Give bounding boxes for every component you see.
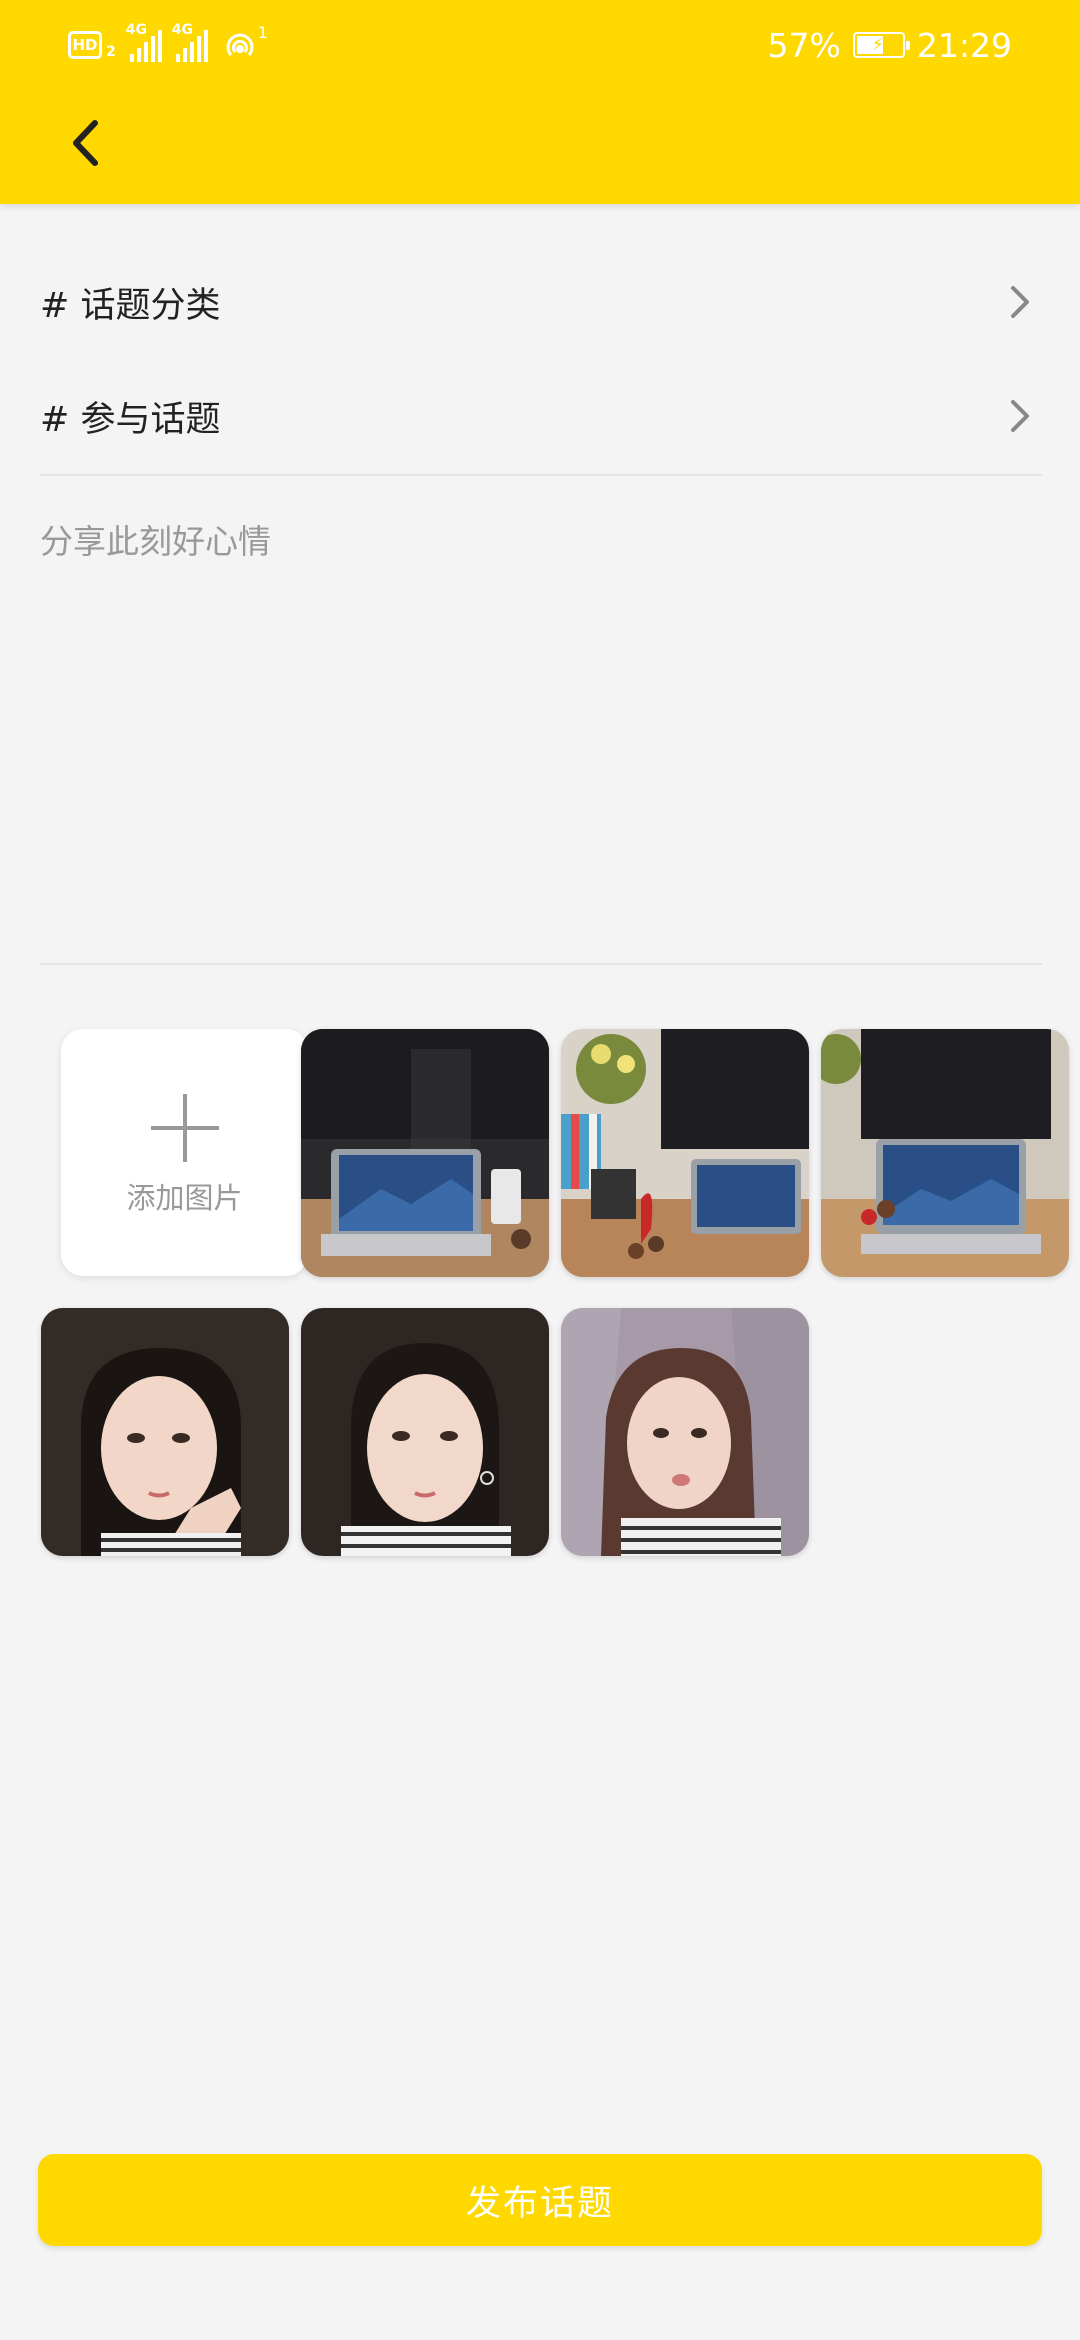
status-bar-right: 57% ⚡ 21:29 (768, 18, 1012, 72)
photo-thumbnail[interactable] (301, 1308, 549, 1556)
hotspot-icon (226, 33, 254, 56)
add-image-button[interactable]: 添加图片 (61, 1029, 308, 1276)
hd-badge: HD (68, 31, 102, 59)
plus-icon (151, 1094, 219, 1162)
photo-thumbnail[interactable] (561, 1308, 809, 1556)
join-topic-row[interactable]: # 参与话题 (40, 366, 1040, 466)
photo-thumbnail[interactable] (41, 1308, 289, 1556)
clock: 21:29 (916, 25, 1012, 65)
battery-icon: ⚡ (852, 32, 910, 58)
network-type: 4G (171, 22, 193, 38)
join-topic-label: # 参与话题 (40, 399, 221, 440)
photo-thumbnail[interactable] (821, 1029, 1069, 1277)
divider (40, 474, 1042, 476)
content-placeholder: 分享此刻好心情 (40, 522, 271, 561)
chevron-left-icon (73, 120, 98, 166)
chevron-right-icon (1000, 282, 1040, 322)
publish-button[interactable]: 发布话题 (38, 2154, 1042, 2246)
photo-thumbnail[interactable] (301, 1029, 549, 1277)
battery-percent: 57% (767, 25, 841, 65)
add-image-label: 添加图片 (126, 1181, 243, 1215)
hotspot-count: 1 (257, 22, 268, 42)
topic-category-label: # 话题分类 (40, 285, 221, 326)
sim-number: 2 (106, 44, 116, 60)
status-bar-left: HD 2 4G 4G 1 (68, 22, 268, 68)
signal-icon: 4G (172, 22, 208, 62)
signal-icon: 4G (126, 22, 162, 62)
photo-thumbnail[interactable] (561, 1029, 809, 1277)
network-type: 4G (125, 22, 147, 38)
chevron-right-icon (1000, 396, 1040, 436)
topic-category-row[interactable]: # 话题分类 (40, 252, 1040, 352)
divider (40, 963, 1042, 965)
back-button[interactable] (55, 113, 115, 173)
top-bar: HD 2 4G 4G 1 57% ⚡ 21:29 (0, 0, 1080, 204)
